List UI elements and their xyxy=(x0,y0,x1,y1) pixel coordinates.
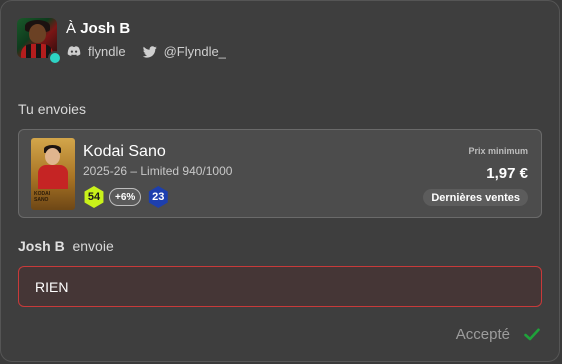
sender-offer-box: RIEN xyxy=(18,266,542,307)
recipient-socials: flyndle @Flyndle_ xyxy=(66,44,226,59)
recipient-name[interactable]: Josh B xyxy=(80,20,130,37)
player-card-image[interactable]: KODAI SANO xyxy=(31,138,75,210)
recent-sales-button[interactable]: Dernières ventes xyxy=(423,189,528,206)
trade-offer-dialog: À Josh B flyndle @Flyndle_ Tu envoies KO… xyxy=(0,0,560,362)
bonus-badge: +6% xyxy=(109,188,142,206)
player-card-text: KODAI SANO xyxy=(34,191,51,203)
sender-offer-label: Josh B envoie xyxy=(18,238,114,254)
player-name[interactable]: Kodai Sano xyxy=(83,143,166,161)
sender-verb: envoie xyxy=(72,238,114,254)
discord-icon xyxy=(66,45,82,59)
sender-name: Josh B xyxy=(18,238,65,254)
status-label: Accepté xyxy=(455,326,510,343)
level-badge: 23 xyxy=(148,186,168,208)
check-icon xyxy=(524,328,540,341)
you-send-label: Tu envoies xyxy=(18,101,86,117)
online-status-dot xyxy=(48,51,62,65)
card-badges: 54 +6% 23 xyxy=(83,186,169,208)
twitter-icon xyxy=(142,45,158,59)
twitter-handle[interactable]: @Flyndle_ xyxy=(164,44,226,59)
recipient-prefix: À xyxy=(66,20,77,37)
min-price-label: Prix minimum xyxy=(468,146,528,156)
offered-card-item[interactable]: KODAI SANO Kodai Sano 2025-26 – Limited 9… xyxy=(18,129,542,218)
min-price-value: 1,97 € xyxy=(486,165,528,182)
card-edition: 2025-26 – Limited 940/1000 xyxy=(83,164,233,178)
recipient-heading: À Josh B xyxy=(66,20,130,37)
sender-offer-value: RIEN xyxy=(35,278,69,295)
offer-status: Accepté xyxy=(456,326,540,343)
discord-username[interactable]: flyndle xyxy=(88,44,126,59)
score-badge: 54 xyxy=(84,186,104,208)
